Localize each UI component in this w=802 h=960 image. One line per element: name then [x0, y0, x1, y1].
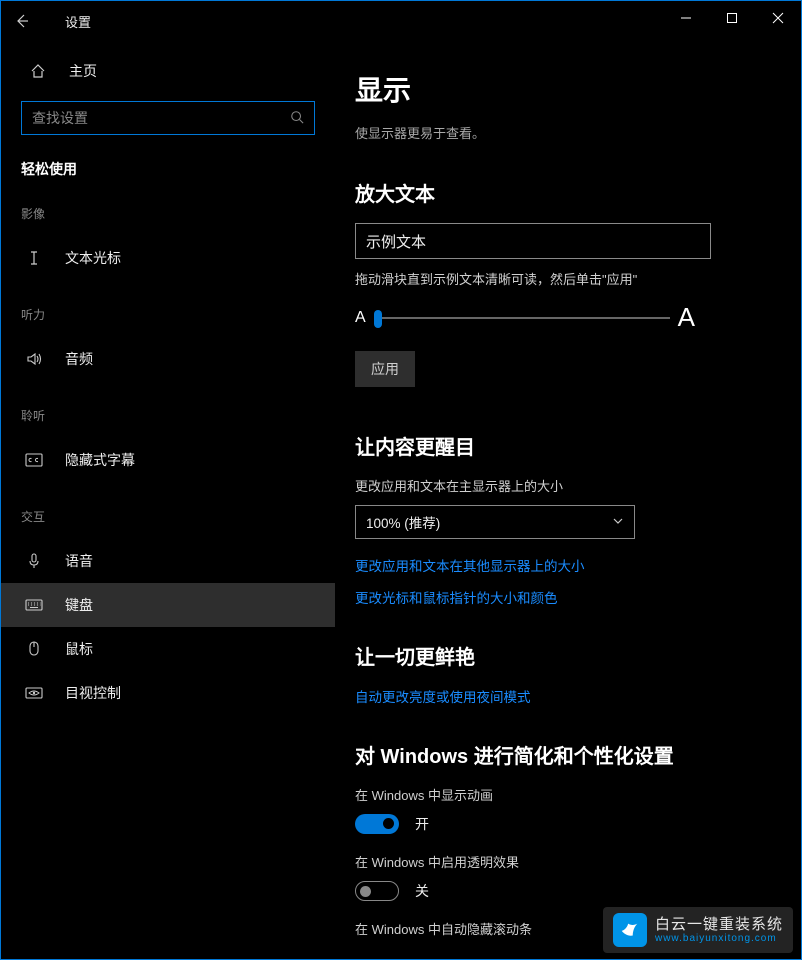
search-box[interactable] [21, 101, 315, 135]
toggle-anim-row: 开 [355, 814, 787, 834]
back-button[interactable] [1, 1, 43, 41]
sidebar-group-listen: 聆听 [1, 399, 335, 438]
home-icon [29, 63, 47, 79]
toggle-anim-label: 在 Windows 中显示动画 [355, 785, 787, 804]
sidebar-section-title: 轻松使用 [1, 153, 335, 197]
mic-icon [25, 553, 43, 569]
settings-window: 设置 主页 [0, 0, 802, 960]
sidebar-item-mouse[interactable]: 鼠标 [1, 627, 335, 671]
toggle-trans-label: 在 Windows 中启用透明效果 [355, 852, 787, 871]
close-button[interactable] [755, 1, 801, 35]
section-vibrant-header: 让一切更鲜艳 [355, 641, 787, 670]
keyboard-icon [25, 598, 43, 612]
sidebar-item-label: 音频 [65, 349, 93, 369]
toggle-trans-row: 关 [355, 881, 787, 901]
window-title: 设置 [65, 12, 91, 31]
sidebar-item-eye-control[interactable]: 目视控制 [1, 671, 335, 715]
scale-select-value: 100% (推荐) [366, 512, 440, 532]
sidebar-item-keyboard[interactable]: 键盘 [1, 583, 335, 627]
sidebar-item-label: 文本光标 [65, 248, 121, 268]
window-controls [663, 1, 801, 35]
watermark: 白云一键重装系统 www.baiyunxitong.com [603, 907, 793, 953]
section-content-header: 让内容更醒目 [355, 431, 787, 460]
sidebar-item-label: 语音 [65, 551, 93, 571]
sidebar-group-video: 影像 [1, 197, 335, 236]
slider-hint: 拖动滑块直到示例文本清晰可读，然后单击"应用" [355, 269, 787, 288]
slider-thumb[interactable] [374, 310, 382, 328]
toggle-trans-state: 关 [415, 881, 429, 901]
sidebar-group-hearing: 听力 [1, 298, 335, 337]
cc-icon [25, 453, 43, 467]
sidebar-item-text-cursor[interactable]: 文本光标 [1, 236, 335, 280]
sidebar-item-label: 键盘 [65, 595, 93, 615]
search-icon [290, 110, 304, 127]
page-subtitle: 使显示器更易于查看。 [355, 123, 787, 142]
text-cursor-icon [25, 250, 43, 266]
sidebar-group-interact: 交互 [1, 500, 335, 539]
search-wrap [21, 101, 315, 135]
scale-label: 更改应用和文本在主显示器上的大小 [355, 476, 787, 495]
watermark-line2: www.baiyunxitong.com [655, 933, 783, 945]
page-title: 显示 [355, 69, 787, 109]
toggle-animations[interactable] [355, 814, 399, 834]
chevron-down-icon [612, 515, 624, 530]
eye-control-icon [25, 686, 43, 700]
sample-text-box: 示例文本 [355, 223, 711, 259]
text-scale-slider[interactable]: A A [355, 302, 695, 333]
sidebar-item-label: 目视控制 [65, 683, 121, 703]
speaker-icon [25, 351, 43, 367]
sidebar-item-label: 隐藏式字幕 [65, 450, 135, 470]
link-brightness[interactable]: 自动更改亮度或使用夜间模式 [355, 686, 787, 706]
toggle-transparency[interactable] [355, 881, 399, 901]
maximize-button[interactable] [709, 1, 755, 35]
main-content: 显示 使显示器更易于查看。 放大文本 示例文本 拖动滑块直到示例文本清晰可读，然… [335, 41, 801, 959]
search-input[interactable] [32, 110, 272, 126]
toggle-anim-state: 开 [415, 814, 429, 834]
large-a-icon: A [678, 302, 695, 333]
link-cursor-pointer[interactable]: 更改光标和鼠标指针的大小和颜色 [355, 587, 787, 607]
sidebar-item-speech[interactable]: 语音 [1, 539, 335, 583]
watermark-line1: 白云一键重装系统 [655, 916, 783, 933]
watermark-text: 白云一键重装系统 www.baiyunxitong.com [655, 916, 783, 945]
sidebar-home[interactable]: 主页 [1, 51, 335, 95]
small-a-icon: A [355, 309, 366, 327]
minimize-button[interactable] [663, 1, 709, 35]
sidebar-home-label: 主页 [69, 61, 97, 81]
sidebar-item-audio[interactable]: 音频 [1, 337, 335, 381]
titlebar: 设置 [1, 1, 801, 41]
apply-button[interactable]: 应用 [355, 351, 415, 387]
section-simplify-header: 对 Windows 进行简化和个性化设置 [355, 740, 787, 769]
watermark-badge-icon [613, 913, 647, 947]
sidebar-item-label: 鼠标 [65, 639, 93, 659]
scale-select[interactable]: 100% (推荐) [355, 505, 635, 539]
link-other-displays[interactable]: 更改应用和文本在其他显示器上的大小 [355, 555, 787, 575]
section-enlarge-header: 放大文本 [355, 178, 787, 207]
mouse-icon [25, 641, 43, 657]
sidebar: 主页 轻松使用 影像 [1, 41, 335, 959]
slider-track[interactable] [374, 317, 670, 319]
sidebar-item-closed-captions[interactable]: 隐藏式字幕 [1, 438, 335, 482]
body: 主页 轻松使用 影像 [1, 41, 801, 959]
